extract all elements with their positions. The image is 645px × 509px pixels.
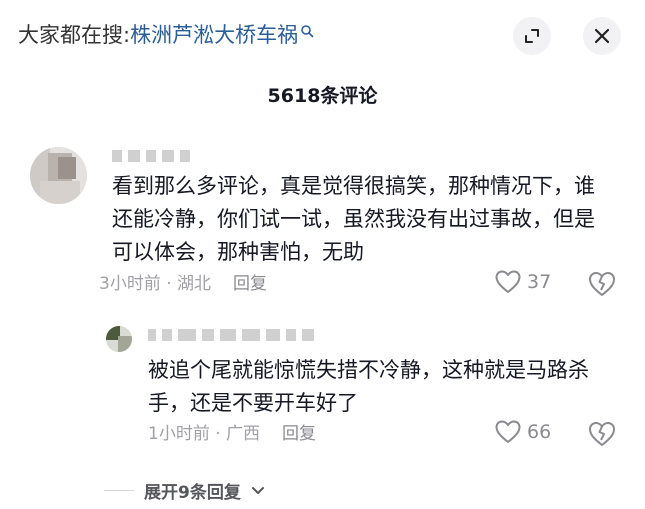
reply-meta: 1小时前 · 广西 回复: [148, 422, 316, 446]
dislike-icon[interactable]: [588, 421, 616, 447]
comment-count-title: 5618条评论: [267, 85, 378, 107]
reply-avatar-image: [106, 326, 132, 352]
reply-text: 被追个尾就能惊慌失措不冷静，这种就是马路杀手，还是不要开车好了: [148, 358, 589, 415]
username-blurred[interactable]: [112, 148, 190, 164]
like-count: 37: [527, 271, 552, 293]
top-bar: 大家都在搜:株洲芦淞大桥车祸: [0, 0, 645, 76]
reply-button[interactable]: 回复: [233, 274, 267, 294]
chevron-down-icon: [251, 486, 264, 494]
reply-reply-button[interactable]: 回复: [282, 424, 316, 444]
avatar[interactable]: [30, 147, 87, 204]
reply-username-blurred[interactable]: [148, 327, 314, 343]
expand-icon: [525, 29, 539, 43]
reply-like-button[interactable]: 66: [495, 420, 551, 444]
heart-icon: [495, 270, 521, 293]
heart-icon: [495, 420, 521, 443]
expand-replies-button[interactable]: 展开9条回复: [104, 478, 265, 503]
reply-avatar[interactable]: [106, 326, 132, 352]
trending-search-hint[interactable]: 大家都在搜:株洲芦淞大桥车祸: [18, 20, 314, 50]
search-icon: [301, 25, 314, 38]
trending-search-prefix: 大家都在搜:: [18, 23, 131, 47]
expand-divider: [104, 490, 134, 491]
close-button[interactable]: [583, 17, 621, 55]
dislike-icon[interactable]: [588, 271, 616, 297]
comment-time-location: 3小时前 · 湖北: [99, 274, 212, 294]
like-button[interactable]: 37: [495, 270, 551, 294]
expand-panel-button[interactable]: [513, 17, 551, 55]
comment-meta: 3小时前 · 湖北 回复: [99, 272, 267, 296]
reply-time-location: 1小时前 · 广西: [148, 424, 261, 444]
expand-replies-label: 展开9条回复: [144, 483, 241, 503]
trending-search-term[interactable]: 株洲芦淞大桥车祸: [130, 23, 298, 47]
comment-text: 看到那么多评论，真是觉得很搞笑，那种情况下，谁还能冷静，你们试一试，虽然我没有出…: [112, 174, 595, 264]
avatar-image: [30, 147, 87, 204]
reply-like-count: 66: [527, 421, 552, 443]
close-icon: [594, 28, 610, 44]
